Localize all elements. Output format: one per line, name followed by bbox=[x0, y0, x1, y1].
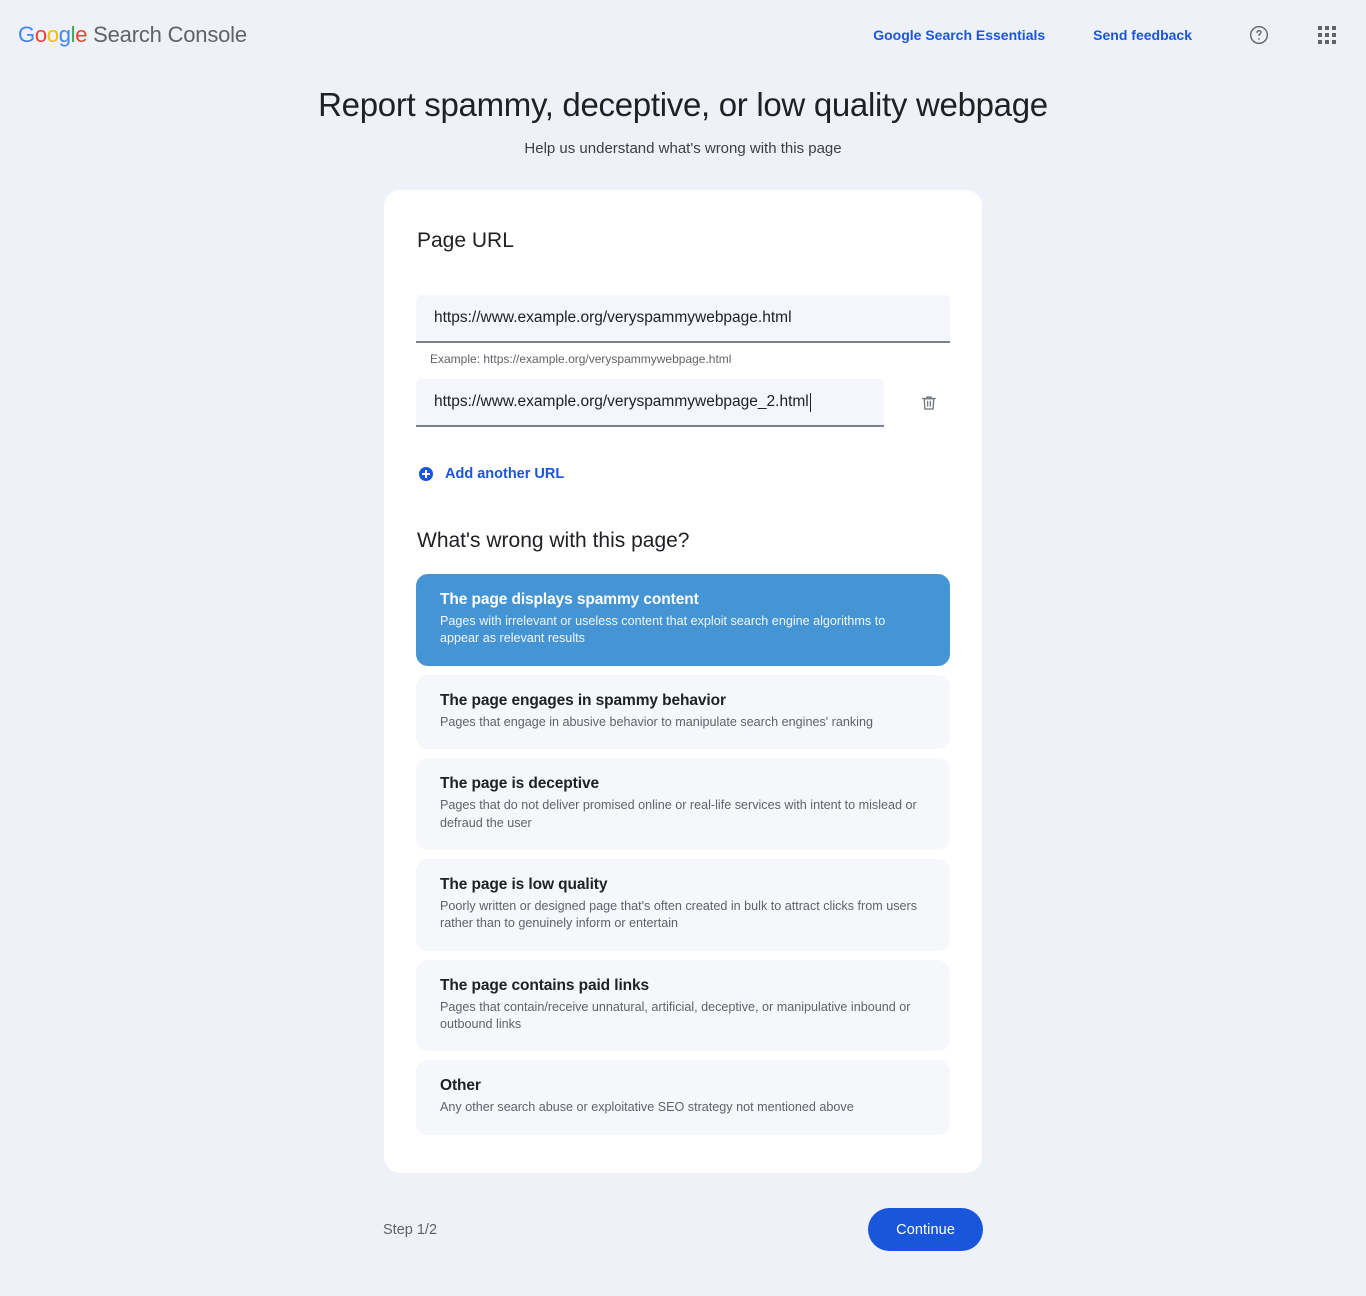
apps-grid-dots bbox=[1318, 26, 1336, 44]
option-title: The page is deceptive bbox=[440, 775, 599, 793]
app-header: Google Search Console Google Search Esse… bbox=[0, 0, 1366, 70]
url-input-1-value: https://www.example.org/veryspammywebpag… bbox=[434, 309, 792, 326]
add-another-url-label: Add another URL bbox=[445, 466, 565, 482]
option-title: The page displays spammy content bbox=[440, 591, 699, 608]
form-footer: Step 1/2 Continue bbox=[383, 1199, 983, 1261]
page-subtitle: Help us understand what's wrong with thi… bbox=[524, 140, 842, 157]
url-input-1[interactable]: https://www.example.org/veryspammywebpag… bbox=[416, 295, 950, 343]
option-description: Poorly written or designed page that's o… bbox=[440, 898, 918, 931]
url-row-1: https://www.example.org/veryspammywebpag… bbox=[416, 253, 950, 343]
step-indicator: Step 1/2 bbox=[383, 1221, 438, 1238]
product-name: Search Console bbox=[93, 22, 247, 47]
url-example-hint: Example: https://example.org/veryspammyw… bbox=[430, 352, 732, 366]
option-low-quality[interactable]: The page is low quality Poorly written o… bbox=[416, 858, 950, 951]
option-description: Pages with irrelevant or useless content… bbox=[440, 614, 886, 646]
option-title: The page is low quality bbox=[440, 875, 608, 893]
text-caret bbox=[809, 392, 811, 412]
google-search-essentials-link[interactable]: Google Search Essentials bbox=[873, 27, 1045, 43]
issue-options-list: The page displays spammy content Pages w… bbox=[416, 574, 950, 1135]
option-title: The page contains paid links bbox=[440, 976, 650, 994]
continue-button[interactable]: Continue bbox=[868, 1208, 983, 1252]
apps-grid-icon[interactable] bbox=[1310, 18, 1344, 52]
google-wordmark: Google bbox=[18, 22, 88, 47]
option-paid-links[interactable]: The page contains paid links Pages that … bbox=[416, 959, 950, 1052]
option-description: Pages that do not deliver promised onlin… bbox=[440, 798, 917, 830]
url-input-2-value: https://www.example.org/veryspammywebpag… bbox=[434, 393, 809, 410]
option-title: The page engages in spammy behavior bbox=[440, 691, 726, 709]
option-spammy-behavior[interactable]: The page engages in spammy behavior Page… bbox=[416, 674, 950, 750]
url-input-2[interactable]: https://www.example.org/veryspammywebpag… bbox=[416, 379, 884, 427]
plus-circle-icon bbox=[419, 467, 433, 481]
trash-icon[interactable] bbox=[908, 379, 950, 427]
option-other[interactable]: Other Any other search abuse or exploita… bbox=[416, 1060, 950, 1135]
send-feedback-link[interactable]: Send feedback bbox=[1093, 27, 1192, 43]
option-description: Any other search abuse or exploitative S… bbox=[440, 1100, 854, 1115]
url-row-2: https://www.example.org/veryspammywebpag… bbox=[416, 379, 950, 427]
option-description: Pages that engage in abusive behavior to… bbox=[440, 714, 873, 729]
option-deceptive[interactable]: The page is deceptive Pages that do not … bbox=[416, 758, 950, 850]
option-description: Pages that contain/receive unnatural, ar… bbox=[440, 999, 911, 1031]
page-title: Report spammy, deceptive, or low quality… bbox=[318, 86, 1048, 123]
option-title: Other bbox=[440, 1077, 481, 1095]
help-circle-icon[interactable] bbox=[1242, 18, 1276, 52]
brand-logo[interactable]: Google Search Console bbox=[18, 22, 247, 48]
option-spammy-content[interactable]: The page displays spammy content Pages w… bbox=[416, 574, 950, 666]
page-url-section-title: Page URL bbox=[417, 229, 514, 252]
question-title: What's wrong with this page? bbox=[417, 529, 690, 552]
add-another-url-button[interactable]: Add another URL bbox=[419, 466, 564, 482]
report-form-card: Page URL https://www.example.org/veryspa… bbox=[384, 190, 982, 1173]
